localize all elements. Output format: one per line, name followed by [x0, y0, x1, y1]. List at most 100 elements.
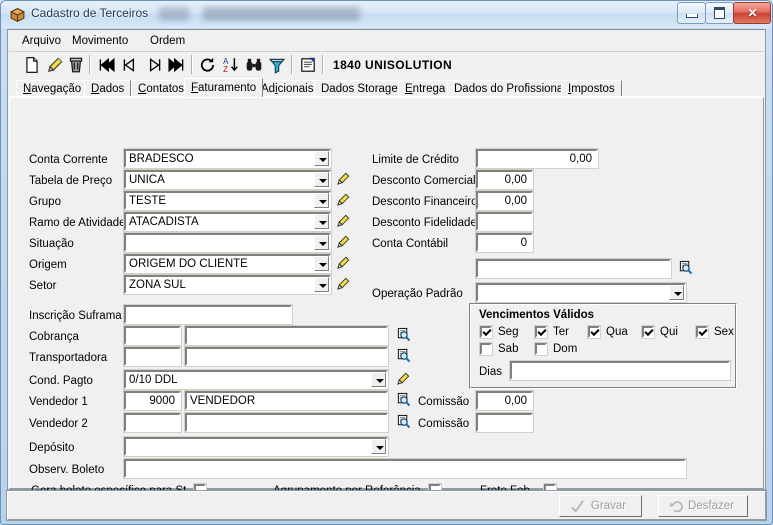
checkbox-sex[interactable] [695, 325, 709, 339]
client-area: Arquivo Movimento Ordem A Z 1840 UNISOLU… [7, 29, 766, 497]
label-setor: Setor [29, 280, 57, 292]
label-vendedor-1: Vendedor 1 [29, 396, 88, 408]
edit-pencil-icon[interactable] [46, 56, 64, 74]
search-magnifier-icon[interactable] [396, 392, 411, 407]
dias-input[interactable] [509, 360, 731, 381]
tab-adicionais[interactable]: Adicionais [254, 80, 321, 97]
filter-funnel-icon[interactable] [268, 56, 286, 74]
tab-faturamento[interactable]: Faturamento [184, 78, 264, 97]
close-button[interactable]: ✕ [733, 2, 771, 24]
tab-impostos[interactable]: Impostos [561, 80, 622, 97]
tab-entrega[interactable]: Entrega [398, 80, 453, 97]
next-record-icon[interactable] [145, 56, 163, 74]
origem-combo[interactable]: ORIGEM DO CLIENTE [123, 253, 332, 274]
desconto-fidelidade-input[interactable] [475, 211, 534, 232]
tab-dados[interactable]: Dados [84, 80, 132, 97]
tab-contatos[interactable]: Contatos [131, 80, 192, 97]
menu-item-ordem[interactable]: Ordem [145, 34, 190, 49]
transportadora-description-input[interactable] [184, 346, 389, 367]
sort-az-icon[interactable]: A Z [222, 56, 240, 74]
current-record-label: 1840 UNISOLUTION [333, 58, 453, 72]
ramo-de-atividade-value: ATACADISTA [129, 216, 199, 228]
edit-pencil-icon[interactable] [336, 234, 351, 249]
save-button[interactable]: Gravar [559, 495, 642, 517]
menu-item-movimento[interactable]: Movimento [67, 34, 133, 49]
setor-combo[interactable]: ZONA SUL [123, 274, 332, 295]
grupo-combo[interactable]: TESTE [123, 190, 332, 211]
new-document-icon[interactable] [23, 56, 41, 74]
report-properties-icon[interactable] [299, 56, 317, 74]
tab-dados-do-profissional[interactable]: Dados do Profissional [447, 80, 573, 97]
inscricao-suframa-input[interactable] [123, 304, 293, 325]
desconto-financeiro-input[interactable]: 0,00 [475, 190, 534, 211]
search-magnifier-icon[interactable] [396, 348, 411, 363]
label-vendedor-2: Vendedor 2 [29, 418, 88, 430]
edit-pencil-icon[interactable] [336, 213, 351, 228]
situacao-combo[interactable] [123, 232, 332, 253]
checkbox-dom[interactable] [534, 342, 548, 356]
minimize-button[interactable] [677, 2, 706, 24]
label-desconto-financeiro: Desconto Financeiro [372, 196, 478, 208]
tabela-de-preco-combo[interactable]: UNICA [123, 169, 332, 190]
search-magnifier-icon[interactable] [396, 327, 411, 342]
observ-boleto-input[interactable] [123, 458, 687, 479]
conta-corrente-combo[interactable]: BRADESCO [123, 148, 332, 169]
search-magnifier-icon[interactable] [678, 260, 693, 275]
conta-contabil-value: 0 [520, 237, 527, 249]
transportadora-code-input[interactable] [123, 346, 182, 367]
chevron-down-icon[interactable] [314, 235, 329, 250]
ramo-de-atividade-combo[interactable]: ATACADISTA [123, 211, 332, 232]
comissao-2-input[interactable] [475, 412, 534, 433]
maximize-button[interactable] [705, 2, 734, 24]
checkbox-qui[interactable] [641, 325, 655, 339]
chevron-down-icon[interactable] [314, 277, 329, 292]
desconto-comercial-input[interactable]: 0,00 [475, 169, 534, 190]
chevron-down-icon[interactable] [669, 285, 684, 300]
refresh-icon[interactable] [199, 56, 217, 74]
checkbox-qua[interactable] [587, 325, 601, 339]
vendedor-2-code-input[interactable] [123, 412, 182, 433]
conta-contabil-description-input[interactable] [475, 258, 672, 279]
edit-pencil-icon[interactable] [336, 192, 351, 207]
chevron-down-icon[interactable] [314, 256, 329, 271]
window-title-redacted [157, 7, 437, 21]
tab-impostos-label: mpostos [571, 83, 615, 95]
vendedor-1-description-input[interactable]: VENDEDOR [184, 390, 389, 411]
chevron-down-icon[interactable] [314, 151, 329, 166]
find-binoculars-icon[interactable] [245, 56, 263, 74]
first-record-icon[interactable] [97, 56, 115, 74]
vendedor-1-code-input[interactable]: 9000 [123, 390, 182, 411]
edit-pencil-icon[interactable] [336, 255, 351, 270]
chevron-down-icon[interactable] [314, 193, 329, 208]
check-icon [571, 500, 584, 513]
deposito-combo[interactable] [123, 436, 389, 457]
chevron-down-icon[interactable] [314, 214, 329, 229]
last-record-icon[interactable] [168, 56, 186, 74]
tab-dados-storage[interactable]: Dados Storage [314, 80, 405, 97]
comissao-1-input[interactable]: 0,00 [475, 390, 534, 411]
checkbox-seg[interactable] [479, 325, 493, 339]
vendedor-2-description-input[interactable] [184, 412, 389, 433]
conta-contabil-input[interactable]: 0 [475, 232, 534, 253]
chevron-down-icon[interactable] [371, 439, 386, 454]
chevron-down-icon[interactable] [314, 172, 329, 187]
edit-pencil-icon[interactable] [396, 371, 411, 386]
label-desconto-fidelidade: Desconto Fidelidade [372, 217, 477, 229]
tab-navegacao[interactable]: Navegação [16, 80, 89, 97]
chevron-down-icon[interactable] [371, 372, 386, 387]
cobranca-code-input[interactable] [123, 325, 182, 346]
undo-button[interactable]: Desfazer [658, 495, 748, 517]
menu-item-arquivo[interactable]: Arquivo [17, 34, 66, 49]
cond-pagto-combo[interactable]: 0/10 DDL [123, 369, 389, 390]
edit-pencil-icon[interactable] [336, 171, 351, 186]
search-magnifier-icon[interactable] [396, 414, 411, 429]
edit-pencil-icon[interactable] [336, 276, 351, 291]
operacao-padrao-combo[interactable] [475, 282, 687, 303]
delete-trash-icon[interactable] [67, 56, 85, 74]
previous-record-icon[interactable] [121, 56, 139, 74]
cobranca-description-input[interactable] [184, 325, 389, 346]
limite-de-credito-input[interactable]: 0,00 [475, 148, 599, 169]
label-comissao-2: Comissão [418, 418, 470, 430]
checkbox-ter[interactable] [534, 325, 548, 339]
checkbox-sab[interactable] [479, 342, 493, 356]
